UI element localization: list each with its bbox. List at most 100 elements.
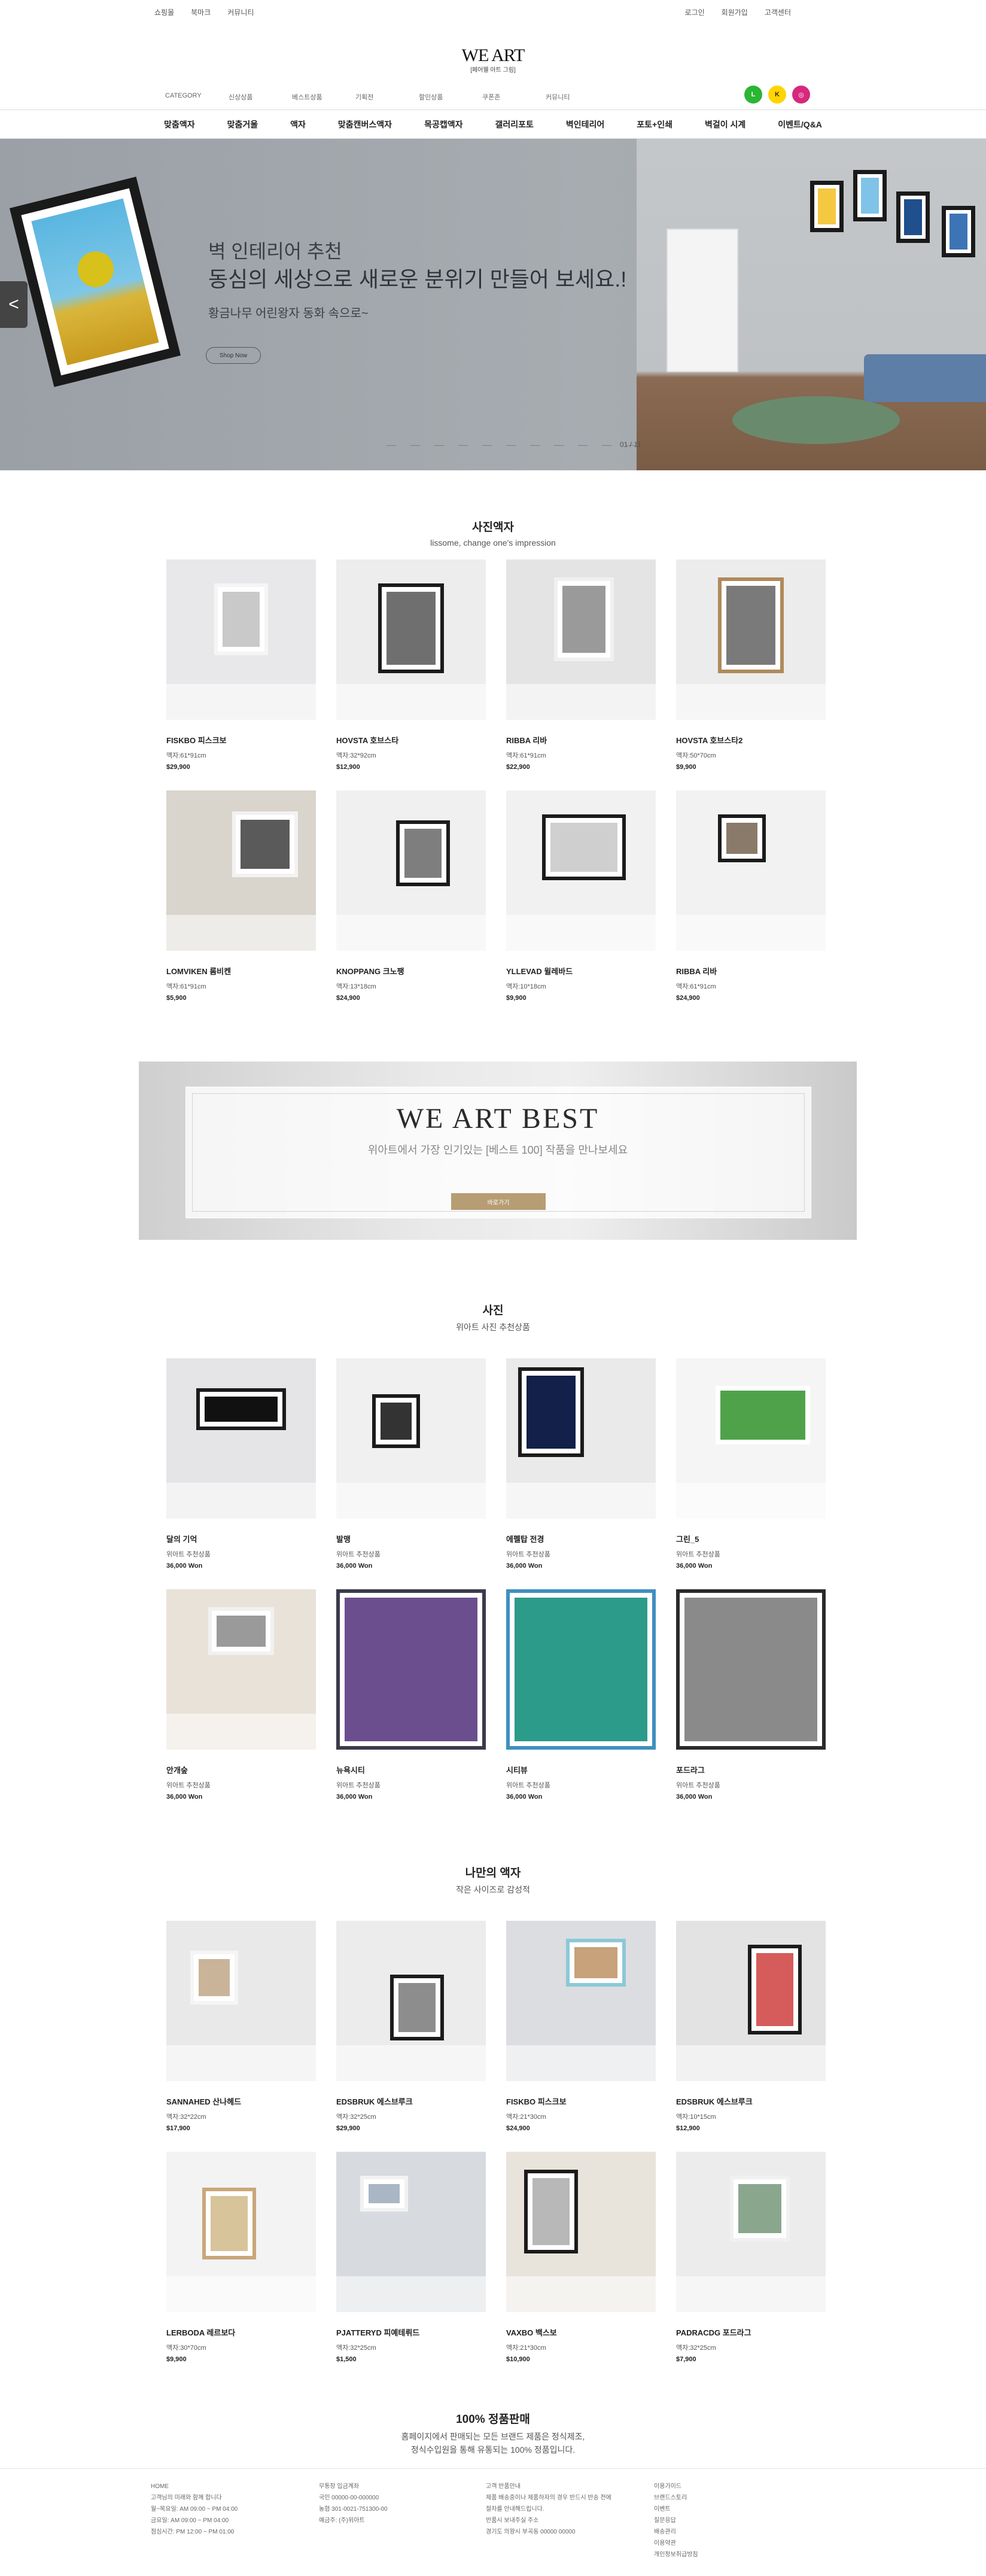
subnav-sale[interactable]: 할인상품 [419, 92, 482, 102]
nav-event-qa[interactable]: 이벤트/Q&A [762, 118, 838, 130]
product-card[interactable]: PJATTERYD 피예테뤼드 액자:32*25cm $1,500 [336, 2152, 486, 2383]
product-image[interactable] [336, 2152, 486, 2312]
footer-link[interactable]: 이용약관 [654, 2538, 698, 2549]
product-image[interactable] [166, 2152, 316, 2312]
nav-wall-clock[interactable]: 벽걸이 시계 [689, 118, 762, 130]
nav-custom-frame[interactable]: 맞춤액자 [148, 118, 211, 130]
product-card[interactable]: RIBBA 리바 액자:61*91cm $24,900 [676, 790, 826, 1021]
product-card[interactable]: 안개숲 위아트 추천상품 36,000 Won [166, 1589, 316, 1820]
subnav-coupon[interactable]: 쿠폰존 [482, 92, 546, 102]
product-card[interactable]: FISKBO 피스크보 액자:21*30cm $24,900 [506, 1921, 656, 2152]
product-name[interactable]: FISKBO 피스크보 [166, 734, 316, 746]
product-image[interactable] [676, 2152, 826, 2312]
instagram-icon[interactable]: ◎ [792, 86, 810, 104]
product-image[interactable] [506, 1358, 656, 1519]
product-name[interactable]: PJATTERYD 피예테뤼드 [336, 2326, 486, 2338]
subnav-new[interactable]: 신상상품 [229, 92, 292, 102]
product-card[interactable]: 달의 기억 위아트 추천상품 36,000 Won [166, 1358, 316, 1589]
product-name[interactable]: 발맹 [336, 1533, 486, 1544]
product-name[interactable]: LOMVIKEN 롬비켄 [166, 965, 316, 977]
product-card[interactable]: 포드라그 위아트 추천상품 36,000 Won [676, 1589, 826, 1820]
subnav-best[interactable]: 베스트상품 [292, 92, 355, 102]
product-image[interactable] [506, 2152, 656, 2312]
product-image[interactable] [506, 1921, 656, 2081]
line-icon[interactable]: L [744, 86, 762, 104]
product-name[interactable]: VAXBO 백스보 [506, 2326, 656, 2338]
product-card[interactable]: PADRACDG 포드라그 액자:32*25cm $7,900 [676, 2152, 826, 2383]
footer-link[interactable]: 개인정보취급방침 [654, 2549, 698, 2560]
footer-link[interactable]: 이벤트 [654, 2504, 698, 2515]
product-card[interactable]: 발맹 위아트 추천상품 36,000 Won [336, 1358, 486, 1589]
product-card[interactable]: YLLEVAD 윌레바드 액자:10*18cm $9,900 [506, 790, 656, 1021]
product-image[interactable] [676, 790, 826, 951]
product-name[interactable]: 그린_5 [676, 1533, 826, 1544]
product-name[interactable]: 안개숲 [166, 1764, 316, 1775]
product-card[interactable]: SANNAHED 산나헤드 액자:32*22cm $17,900 [166, 1921, 316, 2152]
product-card[interactable]: 에펠탑 전경 위아트 추천상품 36,000 Won [506, 1358, 656, 1589]
product-name[interactable]: EDSBRUK 에스브루크 [336, 2096, 486, 2107]
product-image[interactable] [336, 1921, 486, 2081]
topbar-link-shop[interactable]: 쇼핑몰 [154, 7, 174, 17]
product-image[interactable] [336, 790, 486, 951]
subnav-category[interactable]: CATEGORY [165, 92, 229, 102]
product-name[interactable]: KNOPPANG 크노팽 [336, 965, 486, 977]
product-image[interactable] [676, 1921, 826, 2081]
product-name[interactable]: FISKBO 피스크보 [506, 2096, 656, 2107]
footer-link[interactable]: 질문응답 [654, 2515, 698, 2526]
product-image[interactable] [676, 1589, 826, 1750]
product-name[interactable]: 달의 기억 [166, 1533, 316, 1544]
subnav-community[interactable]: 커뮤니티 [546, 92, 609, 102]
product-image[interactable] [166, 1921, 316, 2081]
product-card[interactable]: 시티뷰 위아트 추천상품 36,000 Won [506, 1589, 656, 1820]
site-logo[interactable]: WE ART [0, 45, 986, 66]
product-name[interactable]: RIBBA 리바 [676, 965, 826, 977]
product-name[interactable]: HOVSTA 호브스타 [336, 734, 486, 746]
product-name[interactable]: PADRACDG 포드라그 [676, 2326, 826, 2338]
product-image[interactable] [166, 1589, 316, 1750]
signup-link[interactable]: 회원가입 [722, 7, 748, 17]
product-name[interactable]: SANNAHED 산나헤드 [166, 2096, 316, 2107]
product-name[interactable]: 시티뷰 [506, 1764, 656, 1775]
topbar-link-bookmark[interactable]: 북마크 [191, 7, 211, 17]
product-name[interactable]: RIBBA 리바 [506, 734, 656, 746]
product-image[interactable] [336, 1589, 486, 1750]
product-name[interactable]: 뉴욕시티 [336, 1764, 486, 1775]
login-link[interactable]: 로그인 [685, 7, 705, 17]
nav-custom-canvas[interactable]: 맞춤캔버스액자 [322, 118, 408, 130]
nav-gallery-photo[interactable]: 갤러리포토 [479, 118, 549, 130]
product-image[interactable] [166, 1358, 316, 1519]
product-name[interactable]: 포드라그 [676, 1764, 826, 1775]
footer-link[interactable]: 이용가이드 [654, 2481, 698, 2492]
nav-photo-print[interactable]: 포토+인쇄 [620, 118, 689, 130]
product-card[interactable]: VAXBO 백스보 액자:21*30cm $10,900 [506, 2152, 656, 2383]
product-card[interactable]: FISKBO 피스크보 액자:61*91cm $29,900 [166, 559, 316, 790]
product-card[interactable]: LERBODA 레르보다 액자:30*70cm $9,900 [166, 2152, 316, 2383]
kakao-icon[interactable]: K [768, 86, 786, 104]
product-card[interactable]: RIBBA 리바 액자:61*91cm $22,900 [506, 559, 656, 790]
product-image[interactable] [676, 559, 826, 720]
product-name[interactable]: YLLEVAD 윌레바드 [506, 965, 656, 977]
product-image[interactable] [506, 1589, 656, 1750]
footer-link[interactable]: 브랜드스토리 [654, 2492, 698, 2504]
product-card[interactable]: HOVSTA 호브스타2 액자:50*70cm $9,900 [676, 559, 826, 790]
product-image[interactable] [506, 559, 656, 720]
topbar-link-community[interactable]: 커뮤니티 [227, 7, 254, 17]
product-image[interactable] [166, 559, 316, 720]
nav-frame[interactable]: 액자 [274, 118, 322, 130]
product-card[interactable]: HOVSTA 호브스타 액자:32*92cm $12,900 [336, 559, 486, 790]
product-card[interactable]: EDSBRUK 에스브루크 액자:32*25cm $29,900 [336, 1921, 486, 2152]
subnav-exhibition[interactable]: 기획전 [355, 92, 419, 102]
product-name[interactable]: 에펠탑 전경 [506, 1533, 656, 1544]
nav-custom-mirror[interactable]: 맞춤거울 [211, 118, 275, 130]
product-card[interactable]: KNOPPANG 크노팽 액자:13*18cm $24,900 [336, 790, 486, 1021]
hero-shop-now-button[interactable]: Shop Now [206, 347, 261, 364]
product-name[interactable]: HOVSTA 호브스타2 [676, 734, 826, 746]
footer-link[interactable]: 배송관리 [654, 2526, 698, 2538]
product-image[interactable] [336, 1358, 486, 1519]
hero-prev-arrow-icon[interactable]: < [0, 281, 28, 328]
product-name[interactable]: EDSBRUK 에스브루크 [676, 2096, 826, 2107]
product-card[interactable]: 뉴욕시티 위아트 추천상품 36,000 Won [336, 1589, 486, 1820]
customer-center-link[interactable]: 고객센터 [765, 7, 791, 17]
hero-pagination[interactable] [387, 445, 635, 446]
banner-go-button[interactable]: 바로가기 [451, 1193, 546, 1210]
